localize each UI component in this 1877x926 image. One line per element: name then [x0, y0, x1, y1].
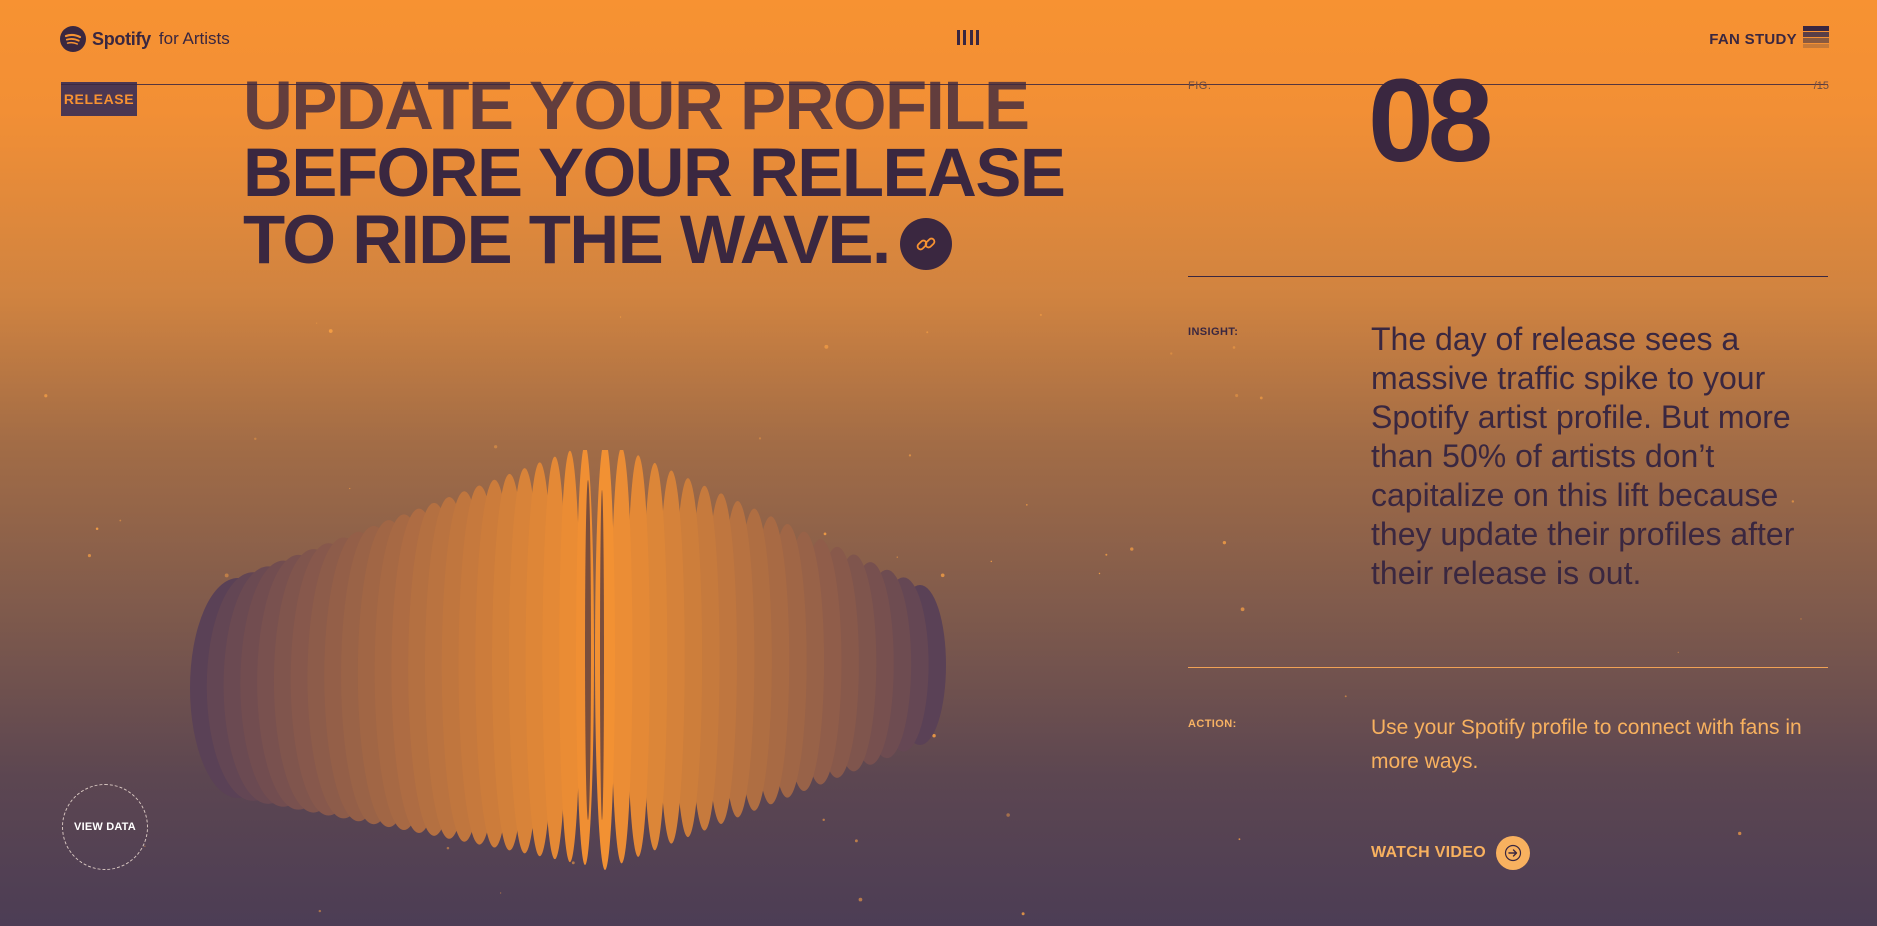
- particle: [1238, 838, 1241, 841]
- particle: [858, 897, 863, 902]
- particle: [1344, 695, 1347, 698]
- top-rule: [61, 84, 1828, 85]
- particle: [1738, 831, 1742, 836]
- particle: [1232, 346, 1236, 349]
- particle: [1235, 394, 1239, 398]
- particle: [95, 527, 99, 531]
- spotify-icon: [60, 26, 86, 52]
- particle: [87, 554, 91, 558]
- release-badge: RELEASE: [61, 82, 137, 116]
- link-icon: [916, 237, 936, 251]
- particle: [758, 437, 762, 440]
- watch-video-circle: [1496, 836, 1531, 870]
- particle: [1800, 618, 1802, 620]
- arrow-right-icon: [1504, 844, 1522, 862]
- watch-video-button[interactable]: WATCH VIDEO: [1371, 836, 1531, 870]
- particle: [44, 394, 48, 398]
- particle: [619, 316, 622, 318]
- particle: [318, 909, 322, 913]
- wave-slit: [585, 480, 591, 820]
- particle: [315, 322, 318, 324]
- particle: [1025, 504, 1028, 506]
- particle: [1105, 553, 1108, 556]
- particle: [144, 845, 146, 847]
- particle: [1259, 396, 1263, 400]
- wave-illustration: [190, 450, 946, 870]
- spotify-for-artists-logo[interactable]: Spotify for Artists: [60, 24, 230, 54]
- particle: [494, 445, 498, 449]
- view-data-label: VIEW DATA: [74, 821, 136, 833]
- particle: [1098, 572, 1101, 575]
- particle: [1222, 541, 1227, 545]
- particle: [1677, 651, 1680, 654]
- fig-total: /15: [1813, 80, 1829, 92]
- action-text: Use your Spotify profile to connect with…: [1371, 716, 1802, 773]
- fig-number: 08: [1368, 55, 1493, 187]
- particle: [1021, 912, 1025, 916]
- fan-study-label: FAN STUDY: [1709, 30, 1797, 48]
- stack-icon: [1803, 26, 1829, 48]
- particle: [990, 560, 993, 563]
- particle: [1006, 813, 1010, 817]
- particle: [254, 437, 257, 441]
- fan-study-link[interactable]: FAN STUDY: [1709, 26, 1829, 52]
- fig-label: FIG.: [1188, 80, 1212, 92]
- menu-bars-icon[interactable]: [957, 30, 979, 45]
- copy-link-button[interactable]: [900, 218, 952, 270]
- particle: [500, 892, 502, 894]
- action-top-rule: [1188, 667, 1828, 668]
- wave-ring: [595, 450, 615, 870]
- headline-line-2: BEFORE YOUR RELEASE: [243, 134, 1066, 211]
- insight-text: The day of release sees a massive traffi…: [1371, 321, 1795, 591]
- logo-suffix: for Artists: [158, 29, 230, 48]
- watch-video-label: WATCH VIDEO: [1371, 844, 1487, 861]
- particle: [824, 344, 829, 349]
- particle: [1039, 313, 1042, 316]
- action-label: ACTION:: [1188, 718, 1237, 730]
- logo-brand: Spotify: [92, 28, 151, 49]
- wave-ring: [576, 450, 594, 865]
- particle: [119, 519, 122, 522]
- particle: [1130, 547, 1134, 551]
- particle: [1240, 607, 1245, 612]
- headline-line-1: UPDATE YOUR PROFILE: [243, 67, 1030, 144]
- insight-top-rule: [1188, 276, 1828, 277]
- insight-label: INSIGHT:: [1188, 326, 1239, 338]
- wave-slit: [600, 490, 604, 820]
- particle: [1170, 352, 1173, 355]
- particle: [926, 331, 929, 334]
- view-data-button[interactable]: VIEW DATA: [62, 784, 148, 870]
- particle: [328, 329, 333, 333]
